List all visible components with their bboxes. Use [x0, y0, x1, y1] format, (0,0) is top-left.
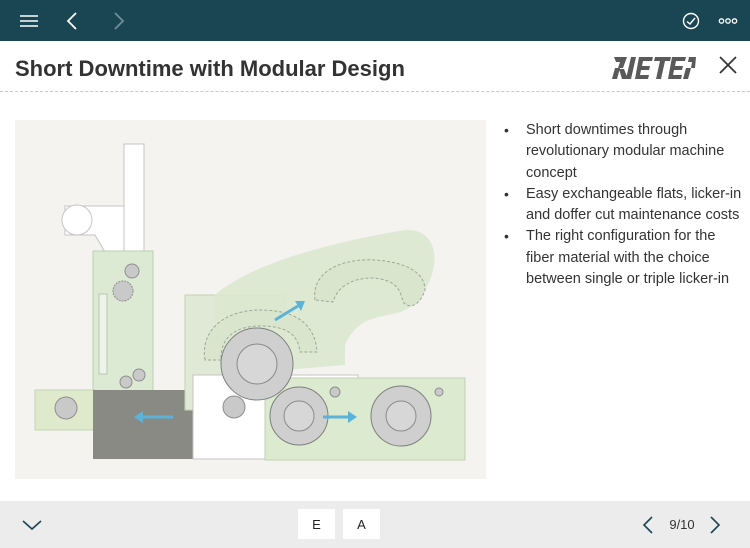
rieter-logo: [608, 55, 696, 86]
bottom-toolbar: E A 9/10: [0, 501, 750, 548]
top-toolbar: [0, 0, 750, 41]
page-header: Short Downtime with Modular Design: [0, 41, 750, 92]
close-icon[interactable]: [714, 51, 742, 79]
next-page-icon[interactable]: [705, 513, 725, 537]
previous-page-icon[interactable]: [638, 513, 658, 537]
hamburger-menu-icon[interactable]: [14, 0, 44, 41]
chevron-down-icon[interactable]: [20, 513, 44, 537]
forward-chevron-icon[interactable]: [107, 0, 131, 41]
bullet-item: Easy exchangeable flats, licker-in and d…: [503, 184, 743, 227]
bullet-item: Short downtimes through revolutionary mo…: [503, 120, 743, 184]
page-indicator: 9/10: [669, 517, 695, 532]
language-e-button[interactable]: E: [298, 509, 335, 539]
back-chevron-icon[interactable]: [60, 0, 84, 41]
more-dots-icon[interactable]: [716, 0, 740, 41]
page-title: Short Downtime with Modular Design: [15, 56, 405, 81]
check-circle-icon[interactable]: [679, 0, 703, 41]
machine-illustration: [15, 120, 486, 479]
bullet-item: The right configuration for the fiber ma…: [503, 226, 743, 290]
feature-bullet-list: Short downtimes through revolutionary mo…: [503, 120, 743, 290]
language-a-button[interactable]: A: [343, 509, 380, 539]
